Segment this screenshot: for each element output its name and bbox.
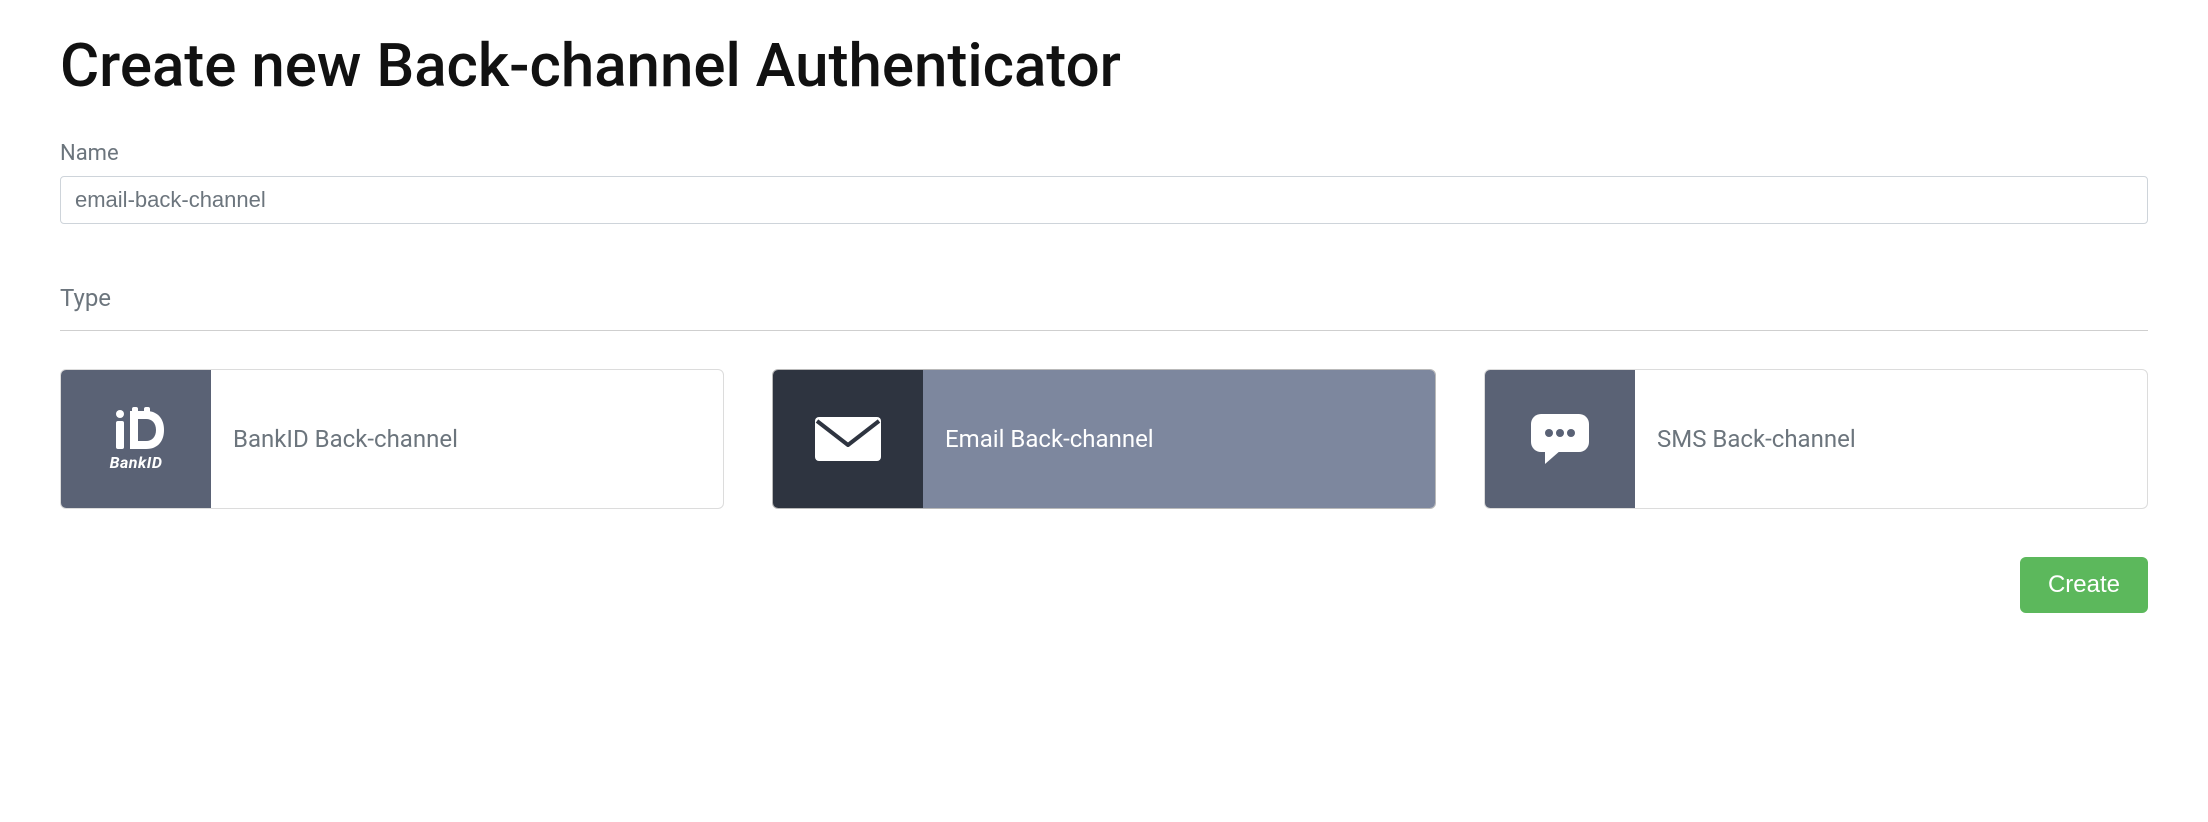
- name-input[interactable]: [60, 176, 2148, 224]
- divider: [60, 330, 2148, 331]
- actions-row: Create: [60, 557, 2148, 613]
- type-label: Type: [60, 284, 2148, 312]
- type-option-sms[interactable]: SMS Back-channel: [1484, 369, 2148, 509]
- page-title: Create new Back-channel Authenticator: [60, 30, 2148, 101]
- type-option-label: SMS Back-channel: [1657, 425, 1856, 453]
- envelope-icon: [773, 370, 923, 508]
- name-label: Name: [60, 141, 2148, 166]
- chat-icon: [1485, 370, 1635, 508]
- bankid-icon: BankID: [61, 370, 211, 508]
- type-option-email[interactable]: Email Back-channel: [772, 369, 1436, 509]
- bankid-icon-text: BankID: [110, 453, 163, 472]
- type-option-label: BankID Back-channel: [233, 425, 458, 453]
- create-button[interactable]: Create: [2020, 557, 2148, 613]
- type-cards: BankID BankID Back-channel Email Back-ch…: [60, 369, 2148, 509]
- type-option-bankid[interactable]: BankID BankID Back-channel: [60, 369, 724, 509]
- type-option-label: Email Back-channel: [945, 425, 1154, 453]
